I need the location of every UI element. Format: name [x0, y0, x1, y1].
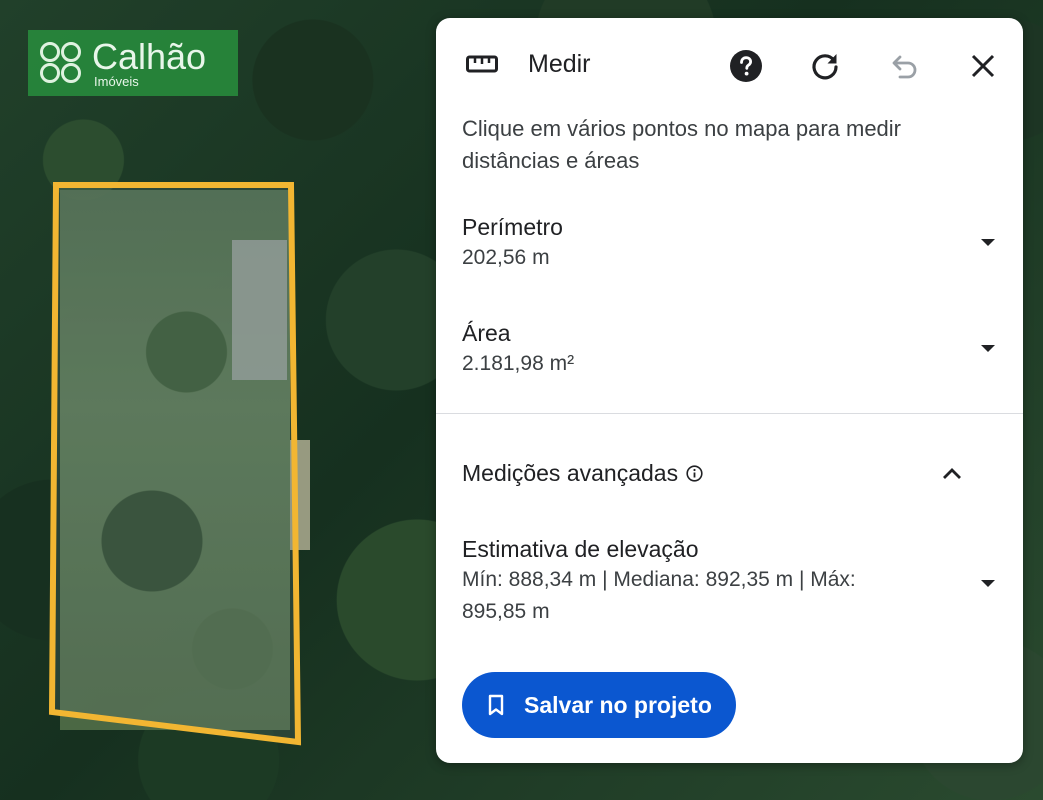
panel-title: Medir: [528, 50, 591, 78]
elevation-section: Estimativa de elevação Mín: 888,34 m | M…: [462, 534, 902, 628]
elevation-label: Estimativa de elevação: [462, 536, 699, 562]
elevation-dropdown-icon[interactable]: [981, 580, 995, 587]
info-icon[interactable]: [686, 464, 703, 482]
perimeter-value: 202,56 m: [462, 246, 550, 269]
logo-name: Calhão: [92, 36, 207, 77]
perimeter-section: Perímetro 202,56 m: [462, 212, 1002, 274]
undo-button[interactable]: [884, 46, 924, 86]
elevation-value: Mín: 888,34 m | Mediana: 892,35 m | Máx:…: [462, 568, 856, 623]
perimeter-dropdown-icon[interactable]: [981, 239, 995, 246]
area-dropdown-icon[interactable]: [981, 345, 995, 352]
ruler-icon: [466, 55, 498, 73]
area-section: Área 2.181,98 m²: [462, 318, 1002, 380]
bookmark-icon: [488, 694, 504, 716]
save-button-label: Salvar no projeto: [524, 692, 712, 718]
advanced-measurements-toggle[interactable]: Medições avançadas: [462, 458, 703, 488]
brand-logo: Calhão Imóveis: [28, 30, 238, 96]
clover-logo-icon: [36, 38, 86, 88]
close-button[interactable]: [963, 46, 1003, 86]
perimeter-label: Perímetro: [462, 214, 563, 240]
undo-icon: [892, 55, 917, 79]
save-to-project-button[interactable]: Salvar no projeto: [462, 672, 736, 738]
chevron-up-icon[interactable]: [941, 465, 963, 481]
area-label: Área: [462, 320, 511, 346]
measure-panel: Medir Clique em vários pontos no mapa pa…: [436, 18, 1023, 763]
instruction-text: Clique em vários pontos no mapa para med…: [462, 116, 902, 173]
reset-icon: [812, 54, 838, 80]
help-icon: [730, 50, 762, 82]
advanced-measurements-label: Medições avançadas: [462, 460, 679, 486]
logo-subtitle: Imóveis: [94, 74, 139, 89]
area-value: 2.181,98 m²: [462, 352, 575, 375]
divider: [436, 413, 1023, 414]
help-button[interactable]: [726, 46, 766, 86]
panel-header: Medir: [436, 18, 1023, 113]
close-icon: [971, 54, 995, 78]
reset-button[interactable]: [805, 46, 845, 86]
